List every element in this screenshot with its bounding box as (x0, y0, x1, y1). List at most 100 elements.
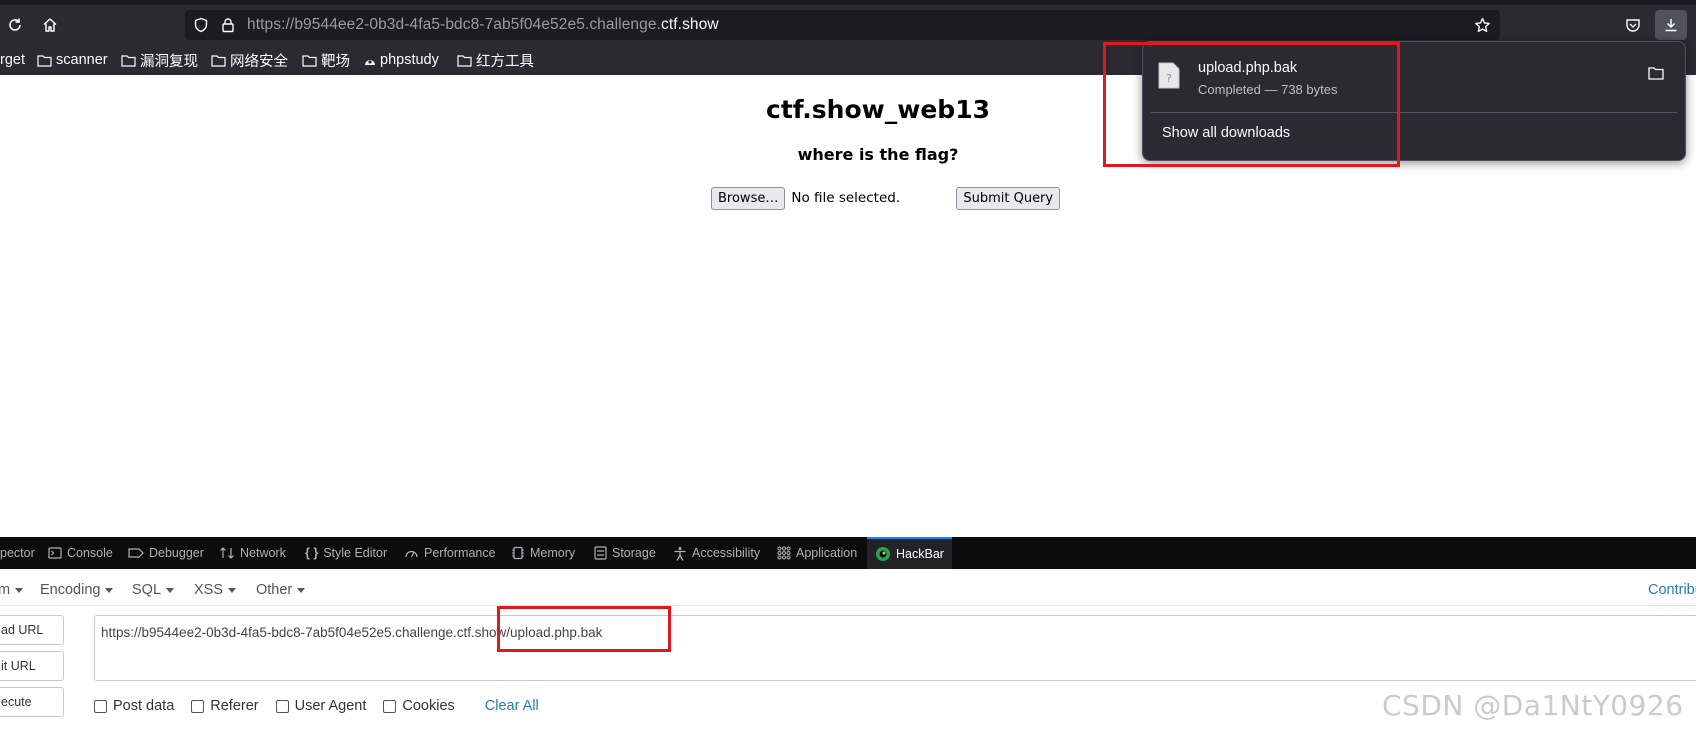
folder-icon (121, 54, 136, 67)
reload-button[interactable] (1, 11, 29, 39)
tab-label: HackBar (896, 547, 944, 561)
tab-label: Style Editor (323, 546, 388, 560)
bookmark-label: 网络安全 (230, 53, 288, 70)
url-bar[interactable]: https://b9544ee2-0b3d-4fa5-bdc8-7ab5f04e… (185, 10, 1500, 40)
clear-all-link[interactable]: Clear All (485, 698, 539, 714)
pocket-button[interactable] (1619, 11, 1647, 39)
annotation-box-download (1103, 42, 1400, 167)
checkbox[interactable] (383, 699, 397, 713)
divider (0, 605, 1696, 606)
home-icon (43, 18, 57, 32)
download-icon (1665, 19, 1677, 32)
upload-form: Browse… No file selected. Submit Query (711, 186, 1061, 210)
site-icon (365, 60, 375, 65)
referer-checkbox[interactable]: Referer (191, 698, 259, 714)
url-prefix: https://b9544ee2-0b3d-4fa5-bdc8-7ab5f04e… (247, 16, 661, 33)
menu-load[interactable]: m (0, 582, 24, 598)
url-textarea[interactable]: https://b9544ee2-0b3d-4fa5-bdc8-7ab5f04e… (94, 615, 1696, 681)
accessibility-icon (674, 546, 686, 561)
caret-down-icon (166, 587, 175, 593)
tab-label: Memory (530, 546, 576, 560)
bookmark-scanner[interactable]: scanner (37, 50, 108, 70)
browse-button[interactable]: Browse… (711, 186, 786, 210)
tab-label: Debugger (149, 546, 204, 560)
reload-icon (9, 18, 21, 31)
url-host: ctf.show (661, 16, 719, 33)
folder-icon (457, 54, 472, 67)
split-url-button[interactable]: it URL (0, 651, 64, 681)
menu-encoding[interactable]: Encoding (40, 582, 114, 598)
user-agent-checkbox[interactable]: User Agent (275, 698, 367, 714)
tab-label: Network (240, 546, 286, 560)
caret-down-icon (105, 587, 114, 593)
network-icon (220, 547, 234, 559)
checkbox-label: Referer (210, 698, 259, 714)
post-data-checkbox[interactable]: Post data (94, 698, 174, 714)
contribute-link[interactable]: Contribu (1648, 582, 1696, 598)
checkbox[interactable] (275, 699, 289, 713)
tab-application[interactable]: Application (777, 537, 857, 569)
tab-console[interactable]: Console (48, 537, 113, 569)
star-icon[interactable] (1474, 17, 1491, 34)
checkbox[interactable] (191, 699, 205, 713)
home-button[interactable] (36, 11, 64, 39)
bookmark-vuln[interactable]: 漏洞复现 (121, 50, 198, 70)
checkbox-label: User Agent (294, 698, 367, 714)
bookmark-phpstudy[interactable]: phpstudy (364, 50, 439, 70)
downloads-button[interactable] (1655, 10, 1687, 40)
tab-label: Storage (612, 546, 656, 560)
bookmark-label: scanner (56, 52, 108, 68)
tab-style-editor[interactable]: { } Style Editor (305, 537, 387, 569)
load-url-button[interactable]: ad URL (0, 615, 64, 645)
tab-label: Performance (424, 546, 496, 560)
bookmark-target[interactable]: rget (0, 50, 25, 70)
lock-icon (222, 18, 234, 33)
checkbox-label: Post data (113, 698, 175, 714)
grid-icon (777, 546, 791, 560)
tab-network[interactable]: Network (219, 537, 286, 569)
folder-icon (37, 54, 52, 67)
bookmark-netsec[interactable]: 网络安全 (211, 50, 288, 70)
devtools-tabbar: pector Console Debugger Network { } Style… (0, 537, 1696, 569)
console-icon (48, 547, 62, 559)
tab-label: Accessibility (692, 546, 761, 560)
annotation-box-url (497, 606, 671, 652)
menu-label: Other (256, 582, 293, 598)
folder-icon[interactable] (1648, 66, 1664, 80)
tab-inspector[interactable]: pector (0, 537, 35, 569)
execute-button[interactable]: ecute (0, 687, 64, 717)
checkbox-label: Cookies (402, 698, 455, 714)
tab-memory[interactable]: Memory (511, 537, 575, 569)
bookmark-label: phpstudy (380, 52, 439, 68)
caret-down-icon (297, 587, 306, 593)
tab-performance[interactable]: Performance (404, 537, 496, 569)
tab-accessibility[interactable]: Accessibility (673, 537, 760, 569)
storage-icon (594, 546, 607, 560)
braces-icon: { } (305, 546, 319, 560)
nav-toolbar: https://b9544ee2-0b3d-4fa5-bdc8-7ab5f04e… (0, 5, 1696, 45)
bookmark-label: 漏洞复现 (140, 53, 198, 70)
submit-button[interactable]: Submit Query (956, 186, 1061, 210)
menu-label: SQL (132, 582, 162, 598)
menu-xss[interactable]: XSS (194, 582, 237, 598)
bookmark-range[interactable]: 靶场 (302, 50, 350, 70)
menu-sql[interactable]: SQL (132, 582, 175, 598)
tab-debugger[interactable]: Debugger (128, 537, 204, 569)
tab-label: Console (67, 546, 113, 560)
url-text[interactable]: https://b9544ee2-0b3d-4fa5-bdc8-7ab5f04e… (247, 16, 719, 34)
cookies-checkbox[interactable]: Cookies (383, 698, 455, 714)
screenshot-root: https://b9544ee2-0b3d-4fa5-bdc8-7ab5f04e… (0, 0, 1696, 736)
caret-down-icon (228, 587, 237, 593)
tab-storage[interactable]: Storage (594, 537, 656, 569)
tab-label: Application (796, 546, 858, 560)
shield-icon (194, 17, 208, 33)
caret-down-icon (15, 587, 24, 593)
tab-hackbar[interactable]: HackBar (867, 537, 952, 569)
menu-label: XSS (194, 582, 224, 598)
watermark: CSDN @Da1NtY0926 (1382, 689, 1684, 722)
pocket-icon (1626, 19, 1640, 32)
menu-other[interactable]: Other (256, 582, 306, 598)
bookmark-redteam[interactable]: 红方工具 (457, 50, 534, 70)
checkbox[interactable] (94, 699, 107, 713)
options-row: Post data Referer User Agent Cookies Cle… (94, 698, 539, 714)
